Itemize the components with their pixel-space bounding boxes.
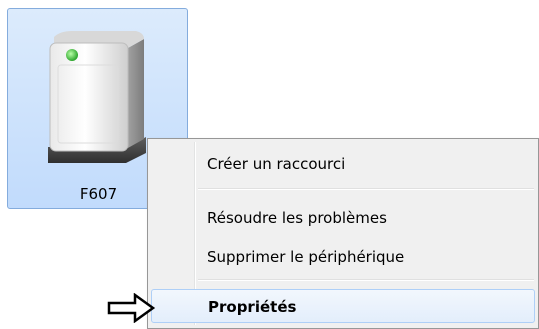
menu-item-label: Supprimer le périphérique: [207, 248, 405, 266]
menu-item-remove-device[interactable]: Supprimer le périphérique: [151, 240, 535, 274]
storage-device-icon: [48, 31, 146, 163]
menu-item-troubleshoot[interactable]: Résoudre les problèmes: [151, 201, 535, 235]
menu-item-label: Résoudre les problèmes: [207, 209, 387, 227]
menu-item-create-shortcut[interactable]: Créer un raccourci: [151, 147, 535, 181]
context-menu: Créer un raccourci Résoudre les problème…: [147, 138, 539, 329]
menu-separator: [198, 188, 534, 190]
menu-separator: [198, 279, 534, 281]
menu-item-label: Créer un raccourci: [207, 155, 346, 173]
menu-item-properties[interactable]: Propriétés: [151, 289, 535, 323]
menu-item-label: Propriétés: [208, 298, 297, 316]
right-arrow-icon: [107, 293, 156, 323]
